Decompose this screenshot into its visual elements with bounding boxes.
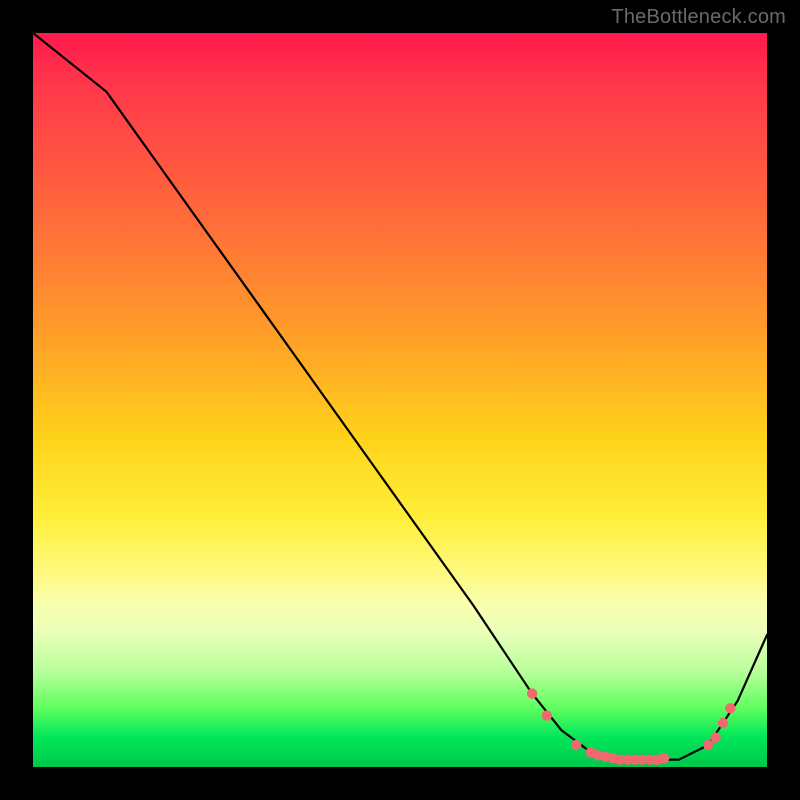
- highlight-dot: [542, 710, 552, 720]
- chart-overlay: [33, 33, 767, 767]
- watermark-text: TheBottleneck.com: [611, 6, 786, 29]
- chart-frame: TheBottleneck.com: [0, 0, 800, 800]
- highlight-dot: [571, 740, 581, 750]
- highlight-dot: [725, 703, 735, 713]
- highlight-dot: [710, 732, 720, 742]
- highlight-dot: [718, 718, 728, 728]
- highlight-dot: [659, 753, 669, 763]
- highlight-dot: [703, 740, 713, 750]
- highlight-dot: [527, 688, 537, 698]
- plot-area: [33, 33, 767, 767]
- bottleneck-curve: [33, 33, 767, 760]
